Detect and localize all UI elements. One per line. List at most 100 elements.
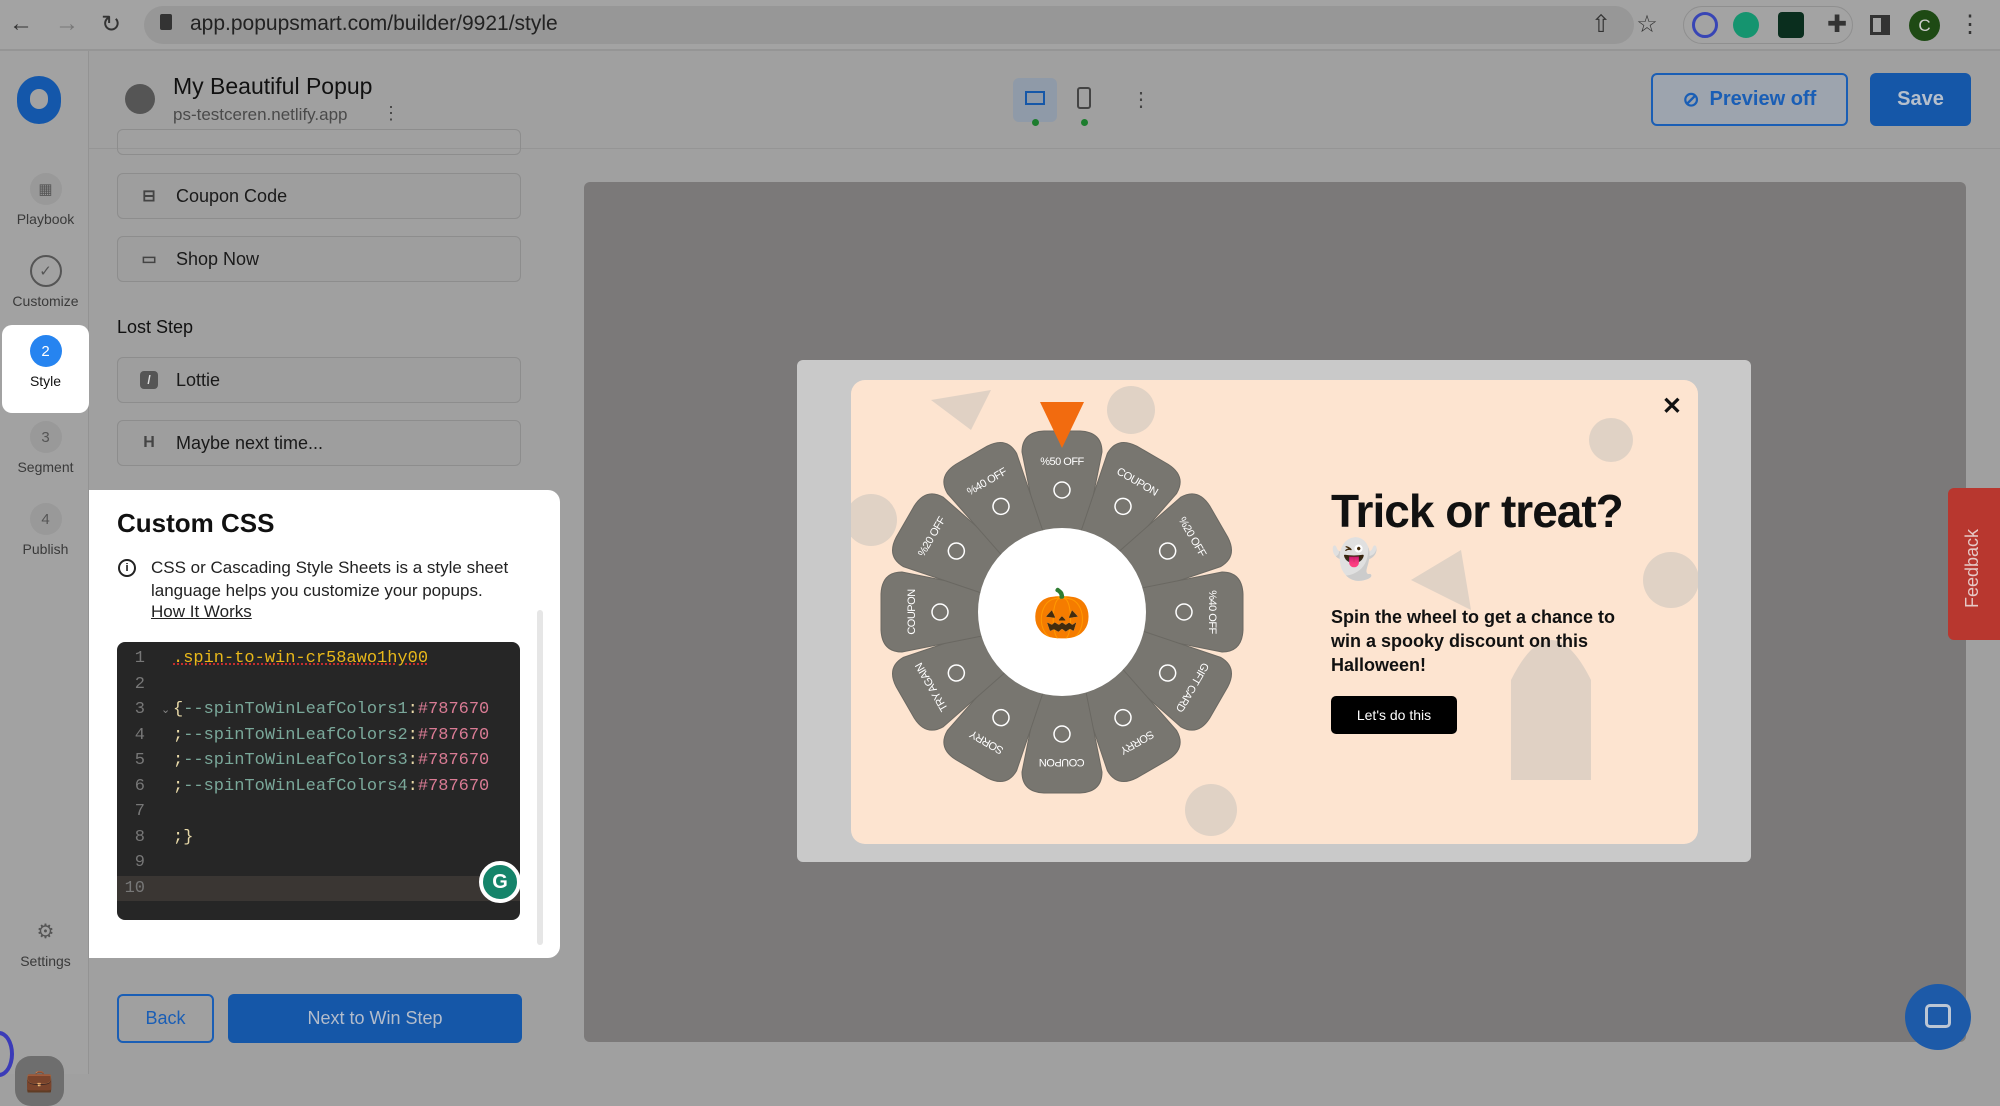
lottie-icon: /: [140, 371, 158, 389]
sidebar-item-publish[interactable]: 4 Publish: [2, 499, 89, 577]
code-token: #787670: [417, 751, 490, 771]
popupsmart-logo[interactable]: [17, 76, 61, 124]
element-shop-now[interactable]: ▭ Shop Now: [117, 236, 521, 282]
sidebar: ▦ Playbook ✓ Customize 2 Style 3 Segment 4 Pu…: [0, 51, 89, 1106]
sidebar-item-style[interactable]: 2 Style: [2, 325, 89, 413]
line-number: 7: [134, 802, 145, 822]
line-number: 2: [134, 674, 145, 694]
code-line[interactable]: 6; --spinToWinLeafColors4: #787670: [117, 774, 520, 800]
profile-avatar[interactable]: C: [1909, 10, 1940, 41]
extension-icon[interactable]: [1692, 12, 1718, 38]
line-number: 4: [134, 725, 145, 745]
ticket-icon: ⊟: [142, 188, 156, 205]
sidebar-item-settings[interactable]: ⚙ Settings: [2, 911, 89, 989]
reload-icon[interactable]: ↻: [96, 10, 126, 39]
eye-off-icon: ⊘: [1682, 89, 1700, 111]
info-icon: i: [118, 559, 136, 577]
check-icon: ✓: [29, 255, 62, 287]
code-line[interactable]: 10: [117, 875, 520, 901]
code-line[interactable]: 4; --spinToWinLeafColors2: #787670: [117, 723, 520, 749]
code-token: ;: [173, 776, 184, 796]
gear-icon: ⚙: [36, 920, 55, 943]
preview-toggle-button[interactable]: ⊘ Preview off: [1651, 73, 1848, 126]
save-button[interactable]: Save: [1870, 73, 1971, 126]
heading-icon: H: [143, 434, 155, 451]
more-options-icon[interactable]: ⋮: [382, 103, 400, 124]
element-lottie[interactable]: / Lottie: [117, 357, 521, 403]
line-number: 8: [134, 827, 145, 847]
code-token: #787670: [417, 700, 490, 720]
next-to-win-step-button[interactable]: Next to Win Step: [228, 994, 522, 1043]
chat-button[interactable]: [1905, 984, 1971, 1050]
extension-icon[interactable]: [1778, 12, 1804, 38]
code-line[interactable]: 8;}: [117, 825, 520, 851]
wheel-segment-label: %40 OFF: [1206, 590, 1218, 634]
assistant-bubble-icon[interactable]: [0, 1031, 14, 1077]
code-line[interactable]: 1 .spin-to-win-cr58awo1hy00: [117, 646, 520, 672]
button-icon: ▭: [141, 251, 157, 268]
custom-css-card: Custom CSS i CSS or Cascading Style Shee…: [89, 490, 560, 958]
menu-icon[interactable]: ⋮: [1955, 10, 1985, 39]
element-coupon-code[interactable]: ⊟ Coupon Code: [117, 173, 521, 219]
spin-wheel[interactable]: %50 OFFCOUPON%20 OFF%40 OFFGIFT CARDSORR…: [851, 380, 1271, 844]
element-maybe-next-time[interactable]: H Maybe next time...: [117, 420, 521, 466]
url-text[interactable]: app.popupsmart.com/builder/9921/style: [190, 12, 558, 36]
briefcase-icon[interactable]: 💼: [15, 1056, 64, 1106]
popup-title: My Beautiful Popup: [173, 73, 373, 99]
feedback-tab[interactable]: Feedback: [1948, 488, 2000, 640]
popup-description: Spin the wheel to get a chance to win a …: [1331, 607, 1616, 675]
code-token: --spinToWinLeafColors2: [183, 725, 408, 745]
grid-icon: ▦: [29, 173, 62, 205]
wheel-segment-label: %50 OFF: [1040, 456, 1084, 468]
wheel-segment-label: COUPON: [906, 589, 918, 635]
code-line[interactable]: 2: [117, 672, 520, 698]
code-line[interactable]: 9: [117, 850, 520, 876]
close-icon[interactable]: ✕: [1662, 392, 1682, 421]
status-dot: [1081, 119, 1088, 126]
forward-arrow-icon[interactable]: →: [52, 10, 82, 38]
sidebar-item-customize[interactable]: ✓ Customize: [2, 251, 89, 329]
grammarly-extension-icon[interactable]: [1733, 12, 1759, 38]
code-token: ;: [173, 725, 184, 745]
mobile-view-button[interactable]: [1077, 87, 1091, 109]
scrollbar[interactable]: [537, 610, 543, 945]
lets-do-this-button[interactable]: Let's do this: [1331, 696, 1457, 734]
status-dot: [1032, 119, 1039, 126]
back-arrow-icon[interactable]: ←: [6, 10, 36, 38]
side-panel-icon[interactable]: [1870, 15, 1890, 35]
code-token: --spinToWinLeafColors3: [183, 751, 408, 771]
desktop-view-button[interactable]: [1013, 78, 1057, 122]
ghost-emoji: 👻: [1331, 539, 1379, 581]
code-token: .spin-to-win-cr58awo1hy00: [173, 649, 429, 669]
code-token: #787670: [417, 776, 490, 796]
line-number: 1: [134, 649, 145, 669]
code-line[interactable]: 5; --spinToWinLeafColors3: #787670: [117, 748, 520, 774]
code-line[interactable]: 3 ⌄{--spinToWinLeafColors1: #787670: [117, 697, 520, 723]
sidebar-item-segment[interactable]: 3 Segment: [2, 417, 89, 495]
css-description: CSS or Cascading Style Sheets is a style…: [151, 558, 509, 600]
browser-toolbar: ← → ↻ app.popupsmart.com/builder/9921/st…: [0, 0, 2000, 51]
sidebar-item-playbook[interactable]: ▦ Playbook: [2, 169, 89, 247]
code-token: {: [173, 700, 184, 720]
back-button[interactable]: Back: [117, 994, 214, 1043]
popup: %50 OFF COUPON %20 OFF %40 OFF GIFT CARD SORR…: [851, 380, 1698, 844]
puzzle-icon[interactable]: ✚: [1822, 10, 1852, 39]
wheel-segment-label: COUPON: [1039, 756, 1085, 768]
more-options-icon[interactable]: ⋮: [1131, 87, 1151, 112]
grammarly-icon[interactable]: G: [479, 861, 521, 903]
code-line[interactable]: 7: [117, 799, 520, 825]
lost-step-title: Lost Step: [117, 317, 194, 337]
line-number: 5: [134, 751, 145, 771]
share-icon[interactable]: ⇧: [1586, 10, 1616, 39]
code-token: --spinToWinLeafColors1: [183, 700, 408, 720]
chat-icon: [1925, 1004, 1951, 1028]
globe-icon: [125, 84, 155, 114]
line-number: 10: [124, 878, 145, 898]
how-it-works-link[interactable]: How It Works: [151, 602, 252, 622]
css-code-editor[interactable]: 1 .spin-to-win-cr58awo1hy00 2 3 ⌄{--spinToWi…: [117, 642, 520, 920]
code-token: ;: [173, 751, 184, 771]
popup-domain: ps-testceren.netlify.app: [173, 105, 348, 124]
star-icon[interactable]: ☆: [1632, 10, 1662, 39]
popup-title: Trick or treat?: [1331, 485, 1624, 537]
custom-css-title: Custom CSS: [117, 508, 275, 538]
